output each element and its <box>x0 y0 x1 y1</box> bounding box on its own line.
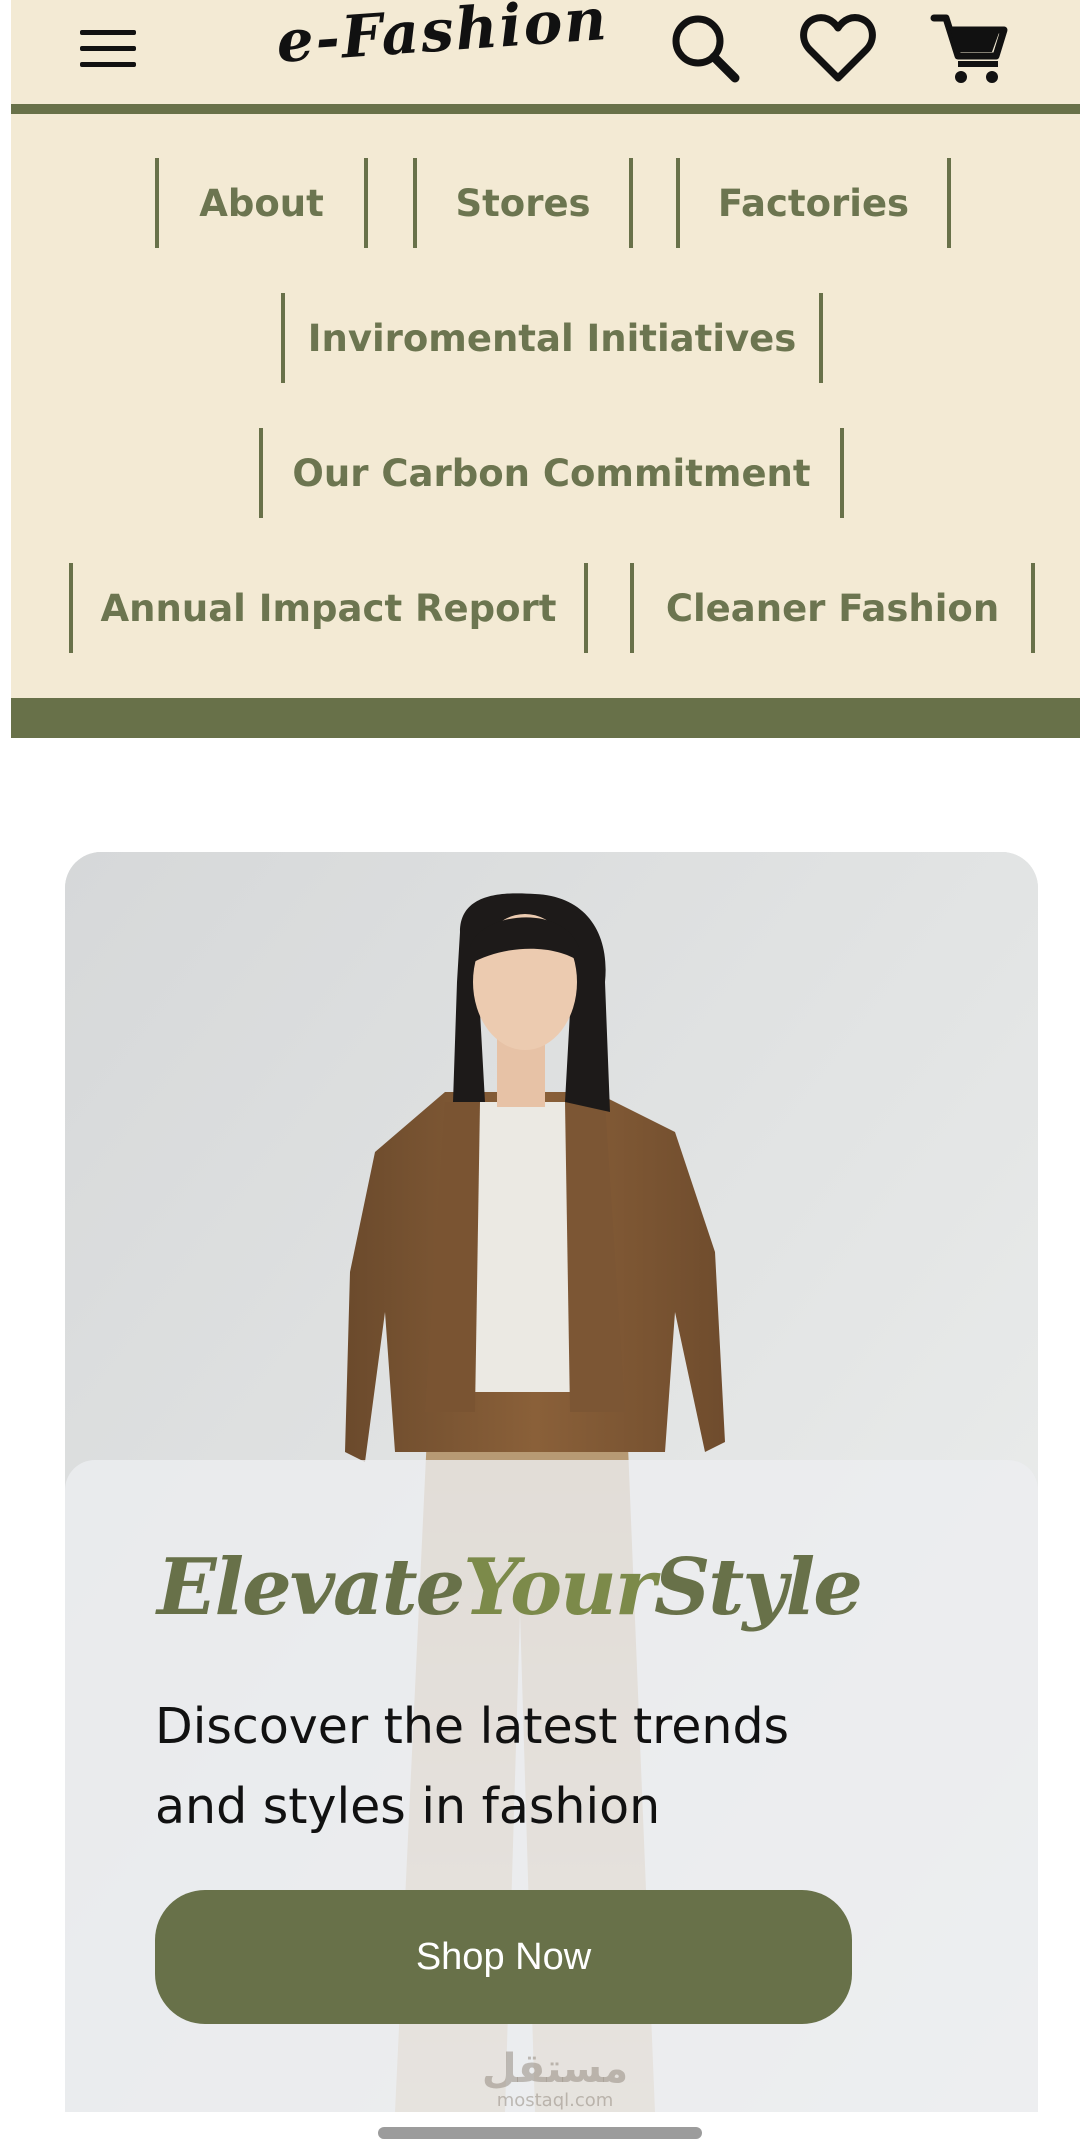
search-icon[interactable] <box>663 6 747 90</box>
nav-item-factories[interactable]: Factories <box>676 158 951 248</box>
nav-item-annual-impact-report[interactable]: Annual Impact Report <box>69 563 588 653</box>
watermark-latin: mostaql.com <box>496 2090 614 2111</box>
nav-item-environmental-initiatives[interactable]: Inviromental Initiatives <box>281 293 823 383</box>
shop-now-button[interactable]: Shop Now <box>155 1890 852 2024</box>
hero-title-word-3: Style <box>653 1542 863 1633</box>
nav-item-about[interactable]: About <box>155 158 368 248</box>
hamburger-menu-icon[interactable] <box>80 26 138 72</box>
hero-banner: ElevateYourStyle Discover the latest tre… <box>65 852 1038 2112</box>
hero-title-word-1: Elevate <box>157 1542 465 1633</box>
watermark-logo: مستقل mostaql.com <box>475 2047 635 2111</box>
hero-title-word-2: Your <box>463 1542 656 1633</box>
hero-subtitle: Discover the latest trends and styles in… <box>155 1698 790 1835</box>
shopping-cart-icon[interactable] <box>928 6 1012 90</box>
top-app-bar: e-Fashion <box>11 0 1080 107</box>
nav-item-carbon-commitment[interactable]: Our Carbon Commitment <box>259 428 844 518</box>
nav-bottom-bar <box>11 698 1080 738</box>
brand-logo[interactable]: e-Fashion <box>274 0 610 76</box>
nav-item-cleaner-fashion[interactable]: Cleaner Fashion <box>630 563 1035 653</box>
nav-item-stores[interactable]: Stores <box>413 158 633 248</box>
watermark-arabic: مستقل <box>481 2046 629 2092</box>
header-divider <box>11 104 1080 114</box>
heart-icon[interactable] <box>796 6 880 90</box>
hero-title: ElevateYourStyle <box>157 1542 863 1633</box>
home-indicator[interactable] <box>378 2127 702 2139</box>
page: e-Fashion About Stores Factories Invirom… <box>0 0 1080 2152</box>
